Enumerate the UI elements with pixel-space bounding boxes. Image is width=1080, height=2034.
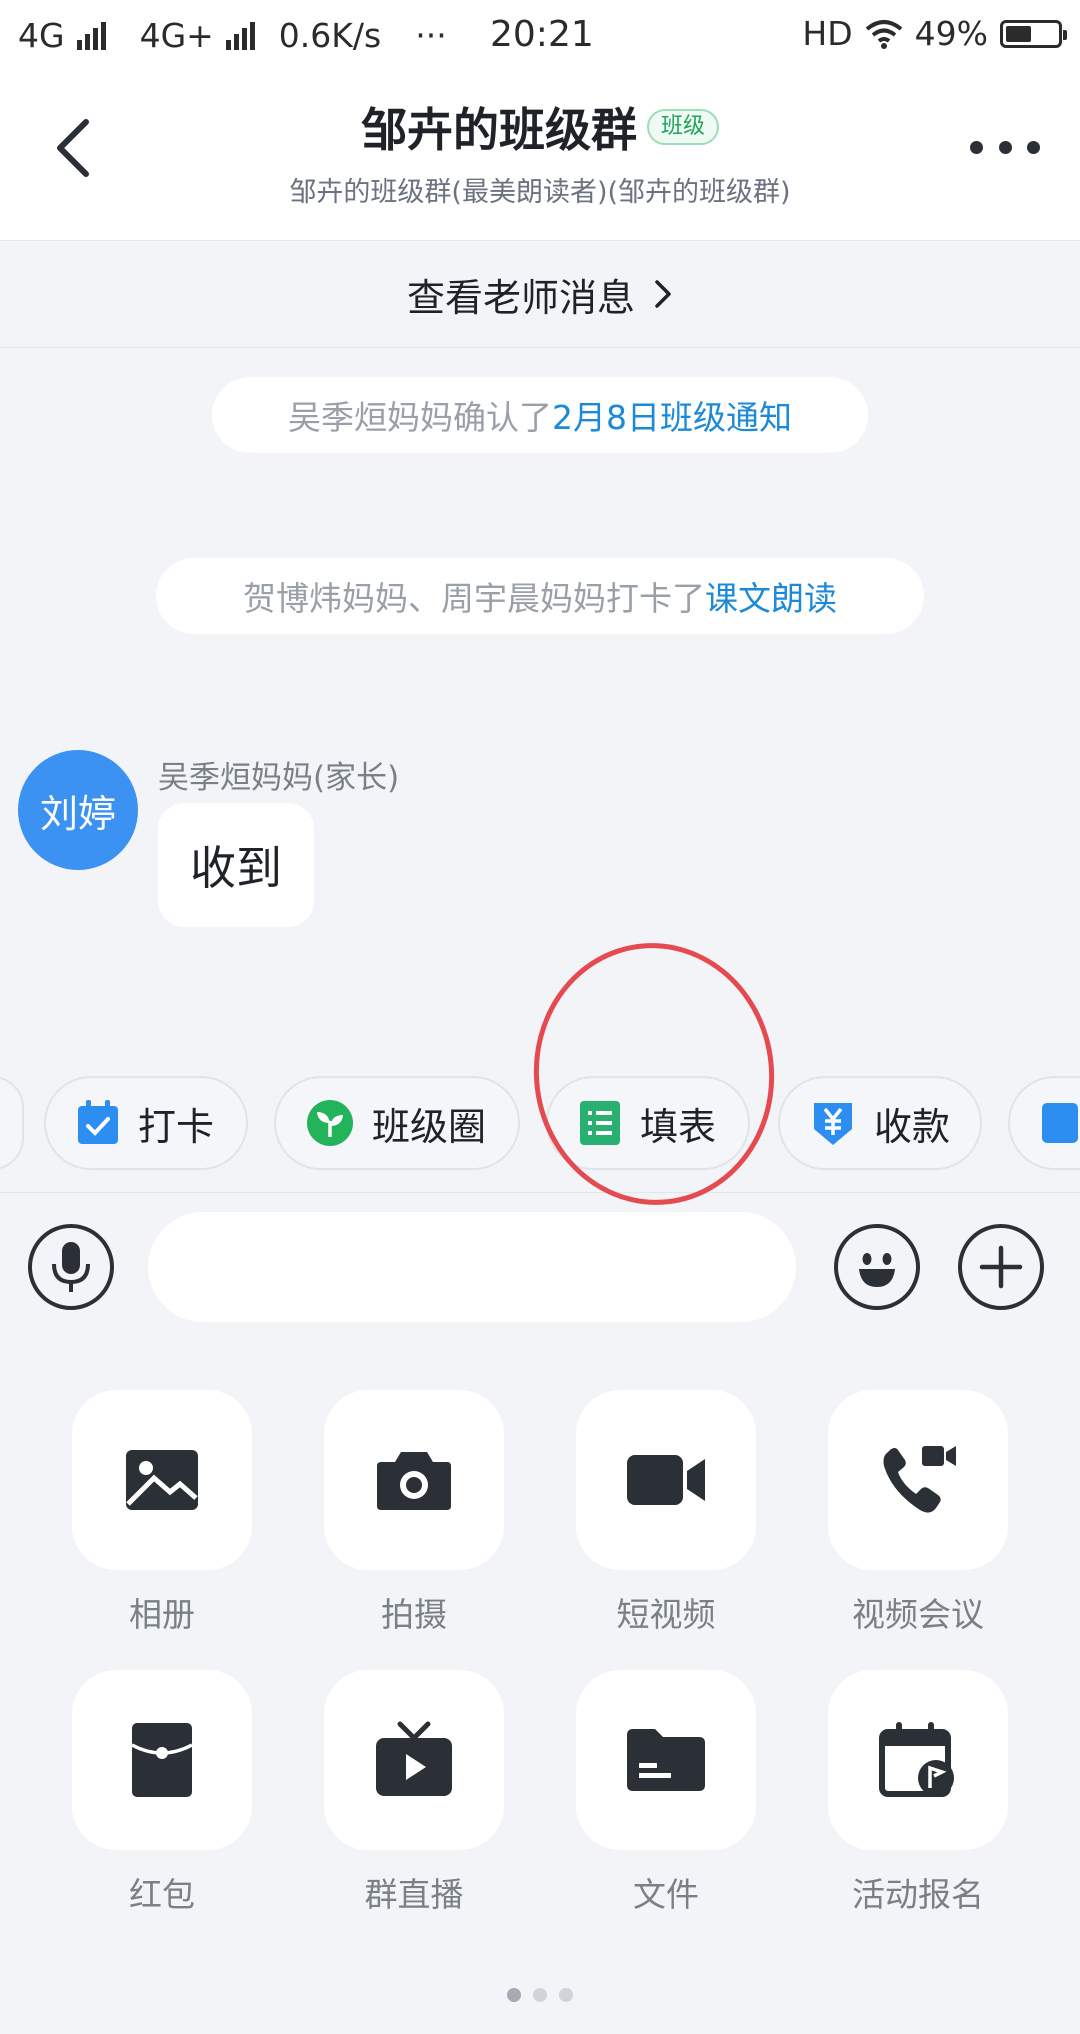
network-label-2: 4G+ — [139, 16, 214, 55]
camera-icon — [377, 1452, 451, 1510]
checkin-calendar-icon — [78, 1100, 118, 1144]
dot-icon — [970, 140, 983, 154]
avatar[interactable]: 刘婷 — [18, 750, 138, 870]
dot-icon — [998, 140, 1012, 154]
quick-chip-class-circle[interactable]: 班级圈 — [274, 1076, 520, 1170]
grid-item-red-packet[interactable]: 红包 — [62, 1670, 262, 1916]
grid-icon-tile — [576, 1670, 756, 1850]
grid-item-file[interactable]: 文件 — [566, 1670, 766, 1916]
live-tv-icon — [376, 1721, 452, 1796]
input-row — [0, 1200, 1080, 1340]
grid-icon-tile — [324, 1670, 504, 1850]
battery-fill — [1006, 25, 1031, 42]
grid-label: 视频会议 — [852, 1595, 984, 1634]
video-call-icon — [883, 1446, 956, 1513]
video-icon — [627, 1455, 705, 1505]
grid-icon-tile — [828, 1670, 1008, 1850]
quick-chip-payment[interactable]: 收款 — [778, 1076, 982, 1170]
battery-icon — [1000, 19, 1067, 48]
more-status-dots: ··· — [415, 16, 447, 55]
dot-icon — [1027, 140, 1040, 154]
grid-label: 红包 — [129, 1875, 195, 1914]
chevron-right-icon — [655, 280, 671, 308]
page-dot[interactable] — [533, 1988, 547, 2002]
system-message-checkin: 贺博炜妈妈、周宇晨妈妈打卡了 课文朗读 — [156, 558, 924, 634]
grid-label: 文件 — [633, 1875, 699, 1914]
grid-label: 拍摄 — [381, 1595, 447, 1634]
wifi-icon — [865, 19, 902, 49]
reading-link[interactable]: 课文朗读 — [705, 572, 837, 620]
page-dot-active[interactable] — [507, 1988, 521, 2002]
network-label-1: 4G — [18, 16, 65, 55]
sender-name: 吴季烜妈妈(家长) — [158, 760, 400, 796]
system-message-confirm: 吴季烜妈妈确认了 2月8日班级通知 — [212, 377, 868, 453]
hd-label: HD — [802, 14, 853, 53]
grid-item-camera[interactable]: 拍摄 — [314, 1390, 514, 1636]
grid-icon-tile — [828, 1390, 1008, 1570]
grid-item-live[interactable]: 群直播 — [314, 1670, 514, 1916]
grid-label: 群直播 — [364, 1875, 464, 1914]
toolbar-divider — [0, 1192, 1080, 1193]
status-right: HD 49% — [802, 14, 1067, 53]
grid-icon-tile — [72, 1390, 252, 1570]
more-functions-button[interactable] — [958, 1224, 1044, 1310]
page-indicator — [0, 1988, 1080, 2002]
microphone-icon — [52, 1242, 90, 1292]
battery-percent: 49% — [914, 14, 988, 53]
quick-chip-label: 收款 — [874, 1104, 951, 1149]
grid-label: 活动报名 — [852, 1875, 984, 1914]
smiley-icon — [859, 1253, 895, 1287]
group-title: 邹卉的班级群 — [360, 103, 637, 157]
system-message-text: 吴季烜妈妈确认了 — [288, 398, 552, 437]
image-icon — [126, 1450, 198, 1510]
grid-item-event-signup[interactable]: 活动报名 — [818, 1670, 1018, 1916]
system-message-text: 贺博炜妈妈、周宇晨妈妈打卡了 — [243, 579, 705, 618]
quick-chip-checkin[interactable]: 打卡 — [44, 1076, 248, 1170]
quick-action-bar[interactable]: 打卡 班级圈 填表 收款 — [0, 1068, 1080, 1178]
page-dot[interactable] — [559, 1988, 573, 2002]
message-bubble[interactable]: 收到 — [158, 803, 314, 927]
view-teacher-messages-bar[interactable]: 查看老师消息 — [0, 241, 1080, 348]
notice-link[interactable]: 2月8日班级通知 — [552, 391, 792, 439]
group-subtitle: 邹卉的班级群(最美朗读者)(邹卉的班级群) — [289, 177, 791, 208]
signal-icon — [76, 21, 106, 50]
grid-label: 短视频 — [616, 1595, 716, 1634]
status-left: 4G 4G+ 0.6K/s ··· — [18, 16, 447, 55]
grid-icon-tile — [72, 1670, 252, 1850]
grid-label: 相册 — [129, 1595, 195, 1634]
grid-item-short-video[interactable]: 短视频 — [566, 1390, 766, 1636]
quick-chip-fill-form[interactable]: 填表 — [546, 1076, 750, 1170]
folder-icon — [627, 1729, 705, 1791]
quick-chip-label: 打卡 — [138, 1104, 215, 1149]
red-packet-icon — [131, 1723, 193, 1797]
quick-chip-partial-right[interactable] — [1008, 1076, 1080, 1170]
event-calendar-icon — [879, 1722, 954, 1797]
more-options-button[interactable] — [970, 132, 1040, 162]
quick-chip-partial-left[interactable] — [0, 1076, 24, 1170]
phone-icon — [1042, 1103, 1078, 1143]
grid-item-album[interactable]: 相册 — [62, 1390, 262, 1636]
sprout-icon — [307, 1100, 353, 1146]
chat-header: 邹卉的班级群 班级 邹卉的班级群(最美朗读者)(邹卉的班级群) — [0, 72, 1080, 241]
quick-chip-label: 班级圈 — [372, 1104, 487, 1149]
payment-yen-icon — [814, 1103, 852, 1145]
clock: 20:21 — [490, 14, 594, 55]
grid-icon-tile — [576, 1390, 756, 1570]
grid-icon-tile — [324, 1390, 504, 1570]
emoji-button[interactable] — [834, 1224, 920, 1310]
status-bar: 4G 4G+ 0.6K/s ··· 20:21 HD 49% — [0, 0, 1080, 72]
plus-icon — [979, 1245, 1023, 1289]
network-speed: 0.6K/s — [278, 16, 382, 55]
message-input[interactable] — [148, 1212, 796, 1322]
form-icon — [580, 1101, 620, 1145]
quick-chip-label: 填表 — [640, 1104, 717, 1149]
voice-button[interactable] — [28, 1224, 114, 1310]
grid-item-video-call[interactable]: 视频会议 — [818, 1390, 1018, 1636]
signal-icon-2 — [225, 21, 255, 50]
class-badge: 班级 — [646, 109, 719, 145]
teacher-bar-label: 查看老师消息 — [406, 275, 635, 320]
title-block: 邹卉的班级群 班级 邹卉的班级群(最美朗读者)(邹卉的班级群) — [0, 94, 1080, 209]
